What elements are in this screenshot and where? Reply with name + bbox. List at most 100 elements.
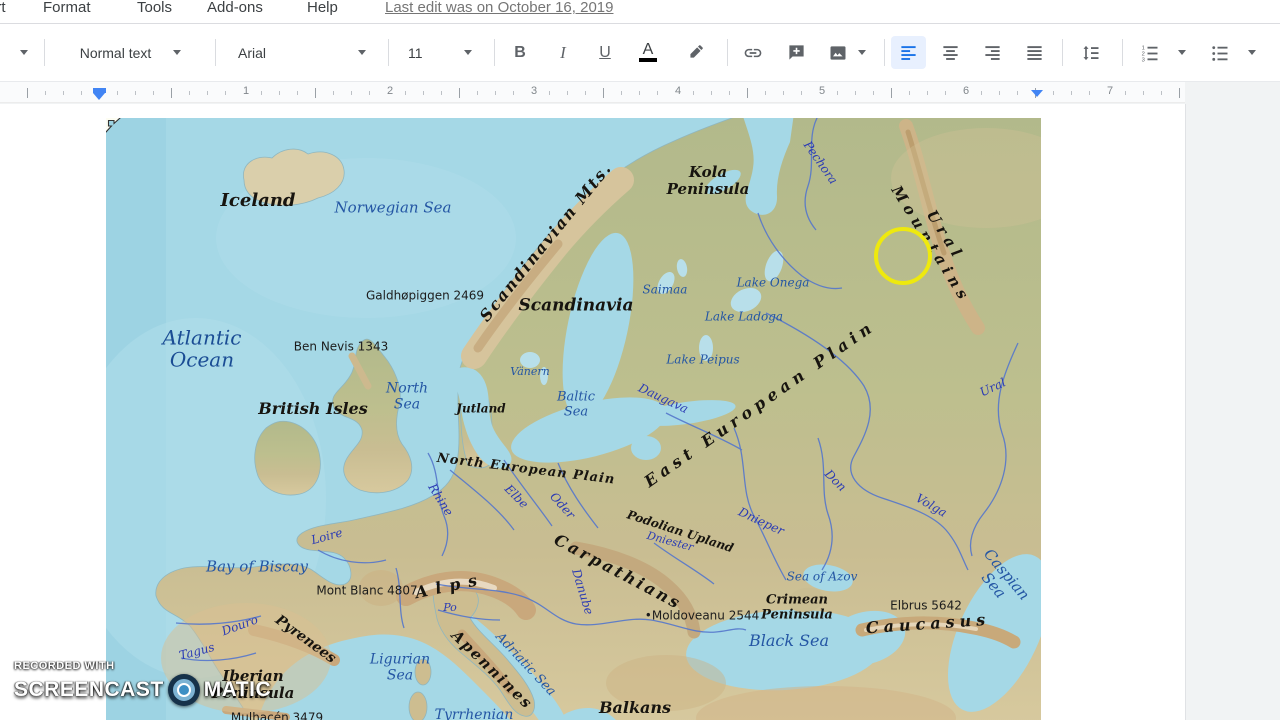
map-label-daugava: Daugava: [636, 380, 691, 416]
ruler-tick: [1143, 91, 1144, 95]
document-page[interactable]: Iceland Norwegian Sea Scandinavian Mts. Gal…: [0, 104, 1185, 720]
ruler-margin-right: [1185, 82, 1280, 104]
watermark-brand-left: SCREENCAST: [14, 678, 164, 701]
font-selector[interactable]: Arial: [232, 24, 372, 81]
add-comment-button[interactable]: [779, 24, 813, 81]
paragraph-style-selector[interactable]: Normal text: [58, 24, 203, 81]
ruler-tick: [585, 91, 586, 95]
ruler-tick: [297, 91, 298, 95]
align-right-button[interactable]: [975, 24, 1009, 81]
toolbar-overflow-button[interactable]: [14, 24, 34, 81]
map-label-ural: Ural: [977, 375, 1008, 400]
map-label-galdh-piggen-2469: Galdhøpiggen 2469: [365, 288, 485, 303]
left-indent-marker[interactable]: [92, 88, 106, 100]
ruler-tick: [693, 91, 694, 95]
ruler-tick: [765, 91, 766, 95]
ruler-tick: [27, 88, 28, 98]
map-label-po: Po: [443, 600, 457, 614]
right-indent-marker[interactable]: [1031, 90, 1043, 97]
align-left-icon: [901, 46, 916, 60]
bulleted-list-dropdown[interactable]: [1244, 24, 1260, 81]
ruler-tick: [405, 91, 406, 95]
ruler-tick: [711, 91, 712, 95]
menu-format[interactable]: Format: [43, 0, 91, 20]
text-color-button[interactable]: A: [631, 24, 665, 81]
align-center-button[interactable]: [933, 24, 967, 81]
map-label-crimean-peninsula: Crimean Peninsula: [761, 592, 833, 622]
insert-link-button[interactable]: [736, 24, 770, 81]
map-label-douro: Douro: [219, 612, 260, 639]
chevron-down-icon: [464, 50, 472, 55]
decrease-indent-button[interactable]: [1270, 24, 1280, 81]
map-label-iceland: Iceland: [220, 189, 296, 211]
text-color-icon: A: [642, 41, 654, 58]
map-label-saimaa: Saimaa: [642, 282, 688, 297]
ruler-tick: [171, 88, 172, 98]
ruler: 1234567: [0, 81, 1280, 104]
map-label-balkans: Balkans: [598, 698, 672, 718]
ruler-tick: [1053, 91, 1054, 95]
document-canvas-margin: [1185, 104, 1280, 720]
europe-map-image[interactable]: Iceland Norwegian Sea Scandinavian Mts. Gal…: [106, 118, 1041, 720]
svg-text:3: 3: [1142, 57, 1145, 63]
numbered-list-button[interactable]: 123: [1132, 24, 1168, 81]
numbered-list-dropdown[interactable]: [1174, 24, 1190, 81]
menu-addons[interactable]: Add-ons: [207, 0, 263, 20]
ruler-tick: [657, 91, 658, 95]
ruler-tick: [837, 91, 838, 95]
ruler-tick: [513, 91, 514, 95]
ruler-tick: [783, 91, 784, 95]
ruler-tick: [801, 91, 802, 95]
separator: [727, 39, 728, 66]
image-options-dropdown[interactable]: [854, 24, 870, 81]
menu-help[interactable]: Help: [307, 0, 338, 20]
separator: [1122, 39, 1123, 66]
ruler-tick: [117, 91, 118, 95]
toolbar: Normal text Arial 11 B I U A 1 2 3: [0, 24, 1280, 81]
map-label-kola-peninsula: Kola Peninsula: [666, 163, 750, 198]
right-indent-triangle: [1031, 90, 1043, 97]
ruler-tick: [999, 91, 1000, 95]
add-comment-icon: [788, 45, 804, 60]
map-label-north-sea: North Sea: [385, 380, 429, 412]
map-label-scandinavia: Scandinavia: [518, 295, 634, 316]
italic-icon: I: [560, 42, 566, 62]
menu-tools[interactable]: Tools: [137, 0, 172, 20]
italic-button[interactable]: I: [546, 24, 580, 81]
map-label-don: Don: [821, 466, 850, 495]
ruler-tick: [351, 91, 352, 95]
screencastomatic-logo-icon: [167, 674, 200, 706]
ruler-tick: [729, 91, 730, 95]
ruler-tick: [261, 91, 262, 95]
map-label-oder: Oder: [547, 489, 578, 522]
highlight-color-button[interactable]: [678, 24, 712, 81]
screencast-watermark: RECORDED WITH SCREENCAST MATIC: [14, 660, 271, 706]
bulleted-list-button[interactable]: [1202, 24, 1238, 81]
map-label-sea-of-azov: Sea of Azov: [786, 569, 858, 584]
underline-button[interactable]: U: [588, 24, 622, 81]
line-spacing-button[interactable]: [1073, 24, 1109, 81]
insert-image-button[interactable]: [821, 24, 855, 81]
map-label-atlantic-ocean: Atlantic Ocean: [162, 325, 242, 372]
font-size-selector[interactable]: 11: [402, 24, 478, 81]
bold-button[interactable]: B: [503, 24, 537, 81]
ruler-tick: [495, 91, 496, 95]
chevron-down-icon: [358, 50, 366, 55]
ruler-tick: [279, 91, 280, 95]
justify-button[interactable]: [1017, 24, 1051, 81]
menu-insert[interactable]: Insert: [0, 0, 6, 20]
align-left-button[interactable]: [891, 24, 926, 81]
bulleted-list-icon: [1212, 45, 1228, 61]
last-edit-link[interactable]: Last edit was on October 16, 2019: [385, 0, 613, 20]
google-docs-window: Insert Format Tools Add-ons Help Last ed…: [0, 0, 1280, 720]
ruler-tick: [333, 91, 334, 95]
chevron-down-icon: [1248, 50, 1256, 55]
map-label-mulhac-n-3479: Mulhacén 3479: [230, 710, 324, 720]
map-label-lake-peipus: Lake Peipus: [666, 352, 740, 367]
map-label-elbe: Elbe: [501, 481, 532, 512]
cursor-halo: [874, 227, 932, 285]
ruler-tick: [1161, 91, 1162, 95]
align-center-icon: [942, 46, 958, 60]
ruler-tick: [189, 91, 190, 95]
map-label-ben-nevis-1343: Ben Nevis 1343: [293, 339, 389, 354]
